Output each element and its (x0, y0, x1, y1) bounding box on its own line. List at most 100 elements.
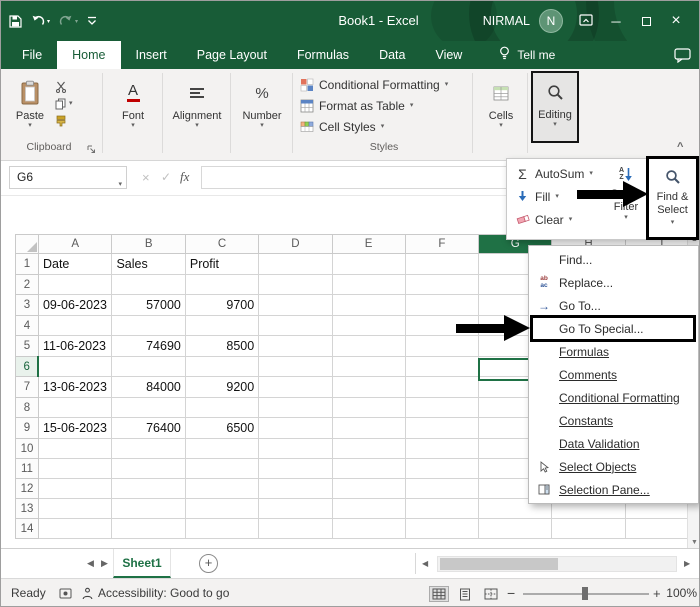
cell-C7[interactable]: 9200 (185, 377, 258, 398)
menu-item-go-to-special[interactable]: Go To Special... (529, 317, 698, 340)
row-header-5[interactable]: 5 (16, 336, 39, 357)
collapse-ribbon-icon[interactable]: ^ (677, 141, 683, 153)
hscroll-left-icon[interactable]: ◀ (422, 559, 428, 568)
cell-styles-button[interactable]: Cell Styles ▾ (300, 117, 384, 136)
cell-E12[interactable] (332, 479, 405, 499)
cell-F11[interactable] (405, 459, 478, 479)
column-header-A[interactable]: A (38, 235, 111, 254)
tab-insert[interactable]: Insert (121, 41, 182, 69)
scroll-down-icon[interactable]: ▼ (688, 539, 700, 546)
cell-A12[interactable] (38, 479, 111, 499)
zoom-in-icon[interactable]: + (653, 579, 661, 607)
normal-view-icon[interactable] (429, 586, 449, 602)
row-header-6[interactable]: 6 (16, 357, 39, 377)
row-header-9[interactable]: 9 (16, 418, 39, 439)
name-box[interactable]: G6 ▾ (9, 166, 127, 189)
cell-E3[interactable] (332, 295, 405, 316)
cell-F12[interactable] (405, 479, 478, 499)
tab-page-layout[interactable]: Page Layout (182, 41, 282, 69)
cell-F3[interactable] (405, 295, 478, 316)
cell-A8[interactable] (38, 398, 111, 418)
cell-F9[interactable] (405, 418, 478, 439)
menu-item-find[interactable]: Find... (529, 248, 698, 271)
menu-item-go-to[interactable]: → Go To... (529, 294, 698, 317)
cell-E14[interactable] (332, 519, 405, 539)
cancel-entry-icon[interactable]: × (142, 170, 150, 185)
horizontal-scroll-thumb[interactable] (440, 558, 558, 570)
cell-A5[interactable]: 11-06-2023 (38, 336, 111, 357)
cell-A11[interactable] (38, 459, 111, 479)
row-header-4[interactable]: 4 (16, 316, 39, 336)
conditional-formatting-button[interactable]: Conditional Formatting ▾ (300, 75, 448, 94)
cell-F2[interactable] (405, 275, 478, 295)
cell-D10[interactable] (259, 439, 332, 459)
accessibility-status[interactable]: Accessibility: Good to go (98, 579, 229, 607)
cell-D3[interactable] (259, 295, 332, 316)
cell-D2[interactable] (259, 275, 332, 295)
paste-dropdown-icon[interactable]: ▾ (28, 122, 32, 130)
cell-F6[interactable] (405, 357, 478, 377)
cell-A7[interactable]: 13-06-2023 (38, 377, 111, 398)
cell-E1[interactable] (332, 254, 405, 275)
column-header-B[interactable]: B (112, 235, 185, 254)
menu-item-conditional-formatting[interactable]: Conditional Formatting (529, 386, 698, 409)
row-header-13[interactable]: 13 (16, 499, 39, 519)
cell-E11[interactable] (332, 459, 405, 479)
row-header-2[interactable]: 2 (16, 275, 39, 295)
cell-styles-dropdown-icon[interactable]: ▾ (381, 123, 385, 131)
cell-F7[interactable] (405, 377, 478, 398)
cell-A4[interactable] (38, 316, 111, 336)
cell-D9[interactable] (259, 418, 332, 439)
cell-D5[interactable] (259, 336, 332, 357)
cell-B13[interactable] (112, 499, 185, 519)
sheet-tab-sheet1[interactable]: Sheet1 (113, 549, 171, 578)
avatar[interactable]: N (539, 9, 563, 33)
close-button[interactable]: × (661, 12, 691, 30)
cell-C10[interactable] (185, 439, 258, 459)
cell-D7[interactable] (259, 377, 332, 398)
macro-record-icon[interactable] (59, 588, 72, 602)
cell-C3[interactable]: 9700 (185, 295, 258, 316)
format-as-table-dropdown-icon[interactable]: ▾ (410, 102, 414, 110)
cell-F5[interactable] (405, 336, 478, 357)
cell-E5[interactable] (332, 336, 405, 357)
find-select-button[interactable]: Find & Select ▾ (646, 156, 699, 240)
cell-D4[interactable] (259, 316, 332, 336)
format-as-table-button[interactable]: Format as Table ▾ (300, 96, 413, 115)
cell-D12[interactable] (259, 479, 332, 499)
cell-C8[interactable] (185, 398, 258, 418)
cell-B9[interactable]: 76400 (112, 418, 185, 439)
row-header-12[interactable]: 12 (16, 479, 39, 499)
row-header-3[interactable]: 3 (16, 295, 39, 316)
cell-D1[interactable] (259, 254, 332, 275)
save-icon[interactable] (9, 15, 22, 28)
autosum-dropdown-icon[interactable]: ▾ (589, 170, 593, 178)
cell-A1[interactable]: Date (38, 254, 111, 275)
copy-dropdown-icon[interactable]: ▾ (69, 100, 73, 108)
cell-B10[interactable] (112, 439, 185, 459)
cell-B8[interactable] (112, 398, 185, 418)
cell-E13[interactable] (332, 499, 405, 519)
cell-E10[interactable] (332, 439, 405, 459)
cell-F8[interactable] (405, 398, 478, 418)
conditional-formatting-dropdown-icon[interactable]: ▾ (445, 81, 449, 89)
cell-H14[interactable] (552, 519, 625, 539)
cell-D11[interactable] (259, 459, 332, 479)
customize-quick-access-icon[interactable] (87, 16, 97, 26)
cell-E6[interactable] (332, 357, 405, 377)
tab-file[interactable]: File (7, 41, 57, 69)
horizontal-scrollbar[interactable] (437, 556, 677, 572)
column-header-E[interactable]: E (332, 235, 405, 254)
cell-D14[interactable] (259, 519, 332, 539)
tell-me[interactable]: Tell me (499, 41, 555, 69)
cell-A13[interactable] (38, 499, 111, 519)
enter-entry-icon[interactable]: ✓ (161, 170, 171, 184)
cell-C11[interactable] (185, 459, 258, 479)
editing-group-button[interactable]: Editing ▾ (531, 71, 579, 143)
cell-D6[interactable] (259, 357, 332, 377)
cell-B12[interactable] (112, 479, 185, 499)
cell-C4[interactable] (185, 316, 258, 336)
cells-group-button[interactable]: Cells ▾ (478, 74, 524, 140)
row-header-8[interactable]: 8 (16, 398, 39, 418)
cell-A9[interactable]: 15-06-2023 (38, 418, 111, 439)
